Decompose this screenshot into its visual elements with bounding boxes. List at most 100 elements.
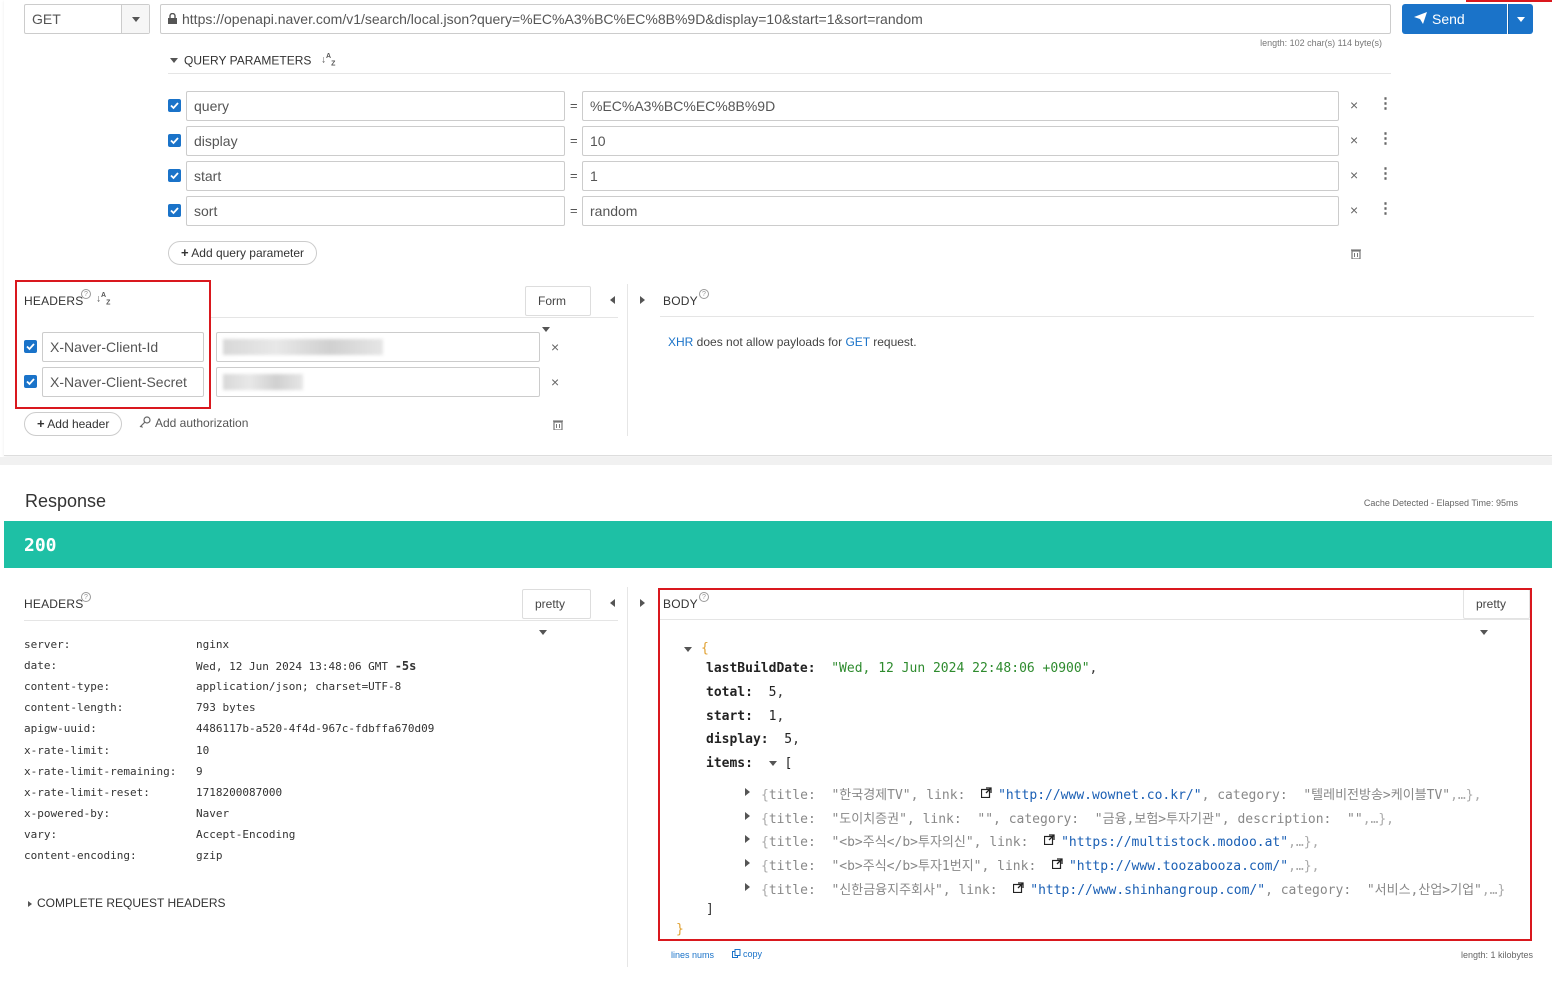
chevron-right-icon xyxy=(28,900,32,907)
response-header-value: Naver xyxy=(196,807,229,820)
query-params-toggle[interactable]: QUERY PARAMETERS ↓AZ xyxy=(170,52,335,68)
chevron-down-icon xyxy=(170,58,178,64)
query-param-value: 10 xyxy=(590,133,606,149)
response-header-value: application/json; charset=UTF-8 xyxy=(196,680,401,693)
copy-icon xyxy=(732,949,741,960)
add-header-button[interactable]: + Add header xyxy=(24,412,123,436)
sort-alpha-icon[interactable]: ↓AZ xyxy=(321,53,335,67)
query-param-checkbox[interactable] xyxy=(168,204,181,217)
response-header-key: content-type: xyxy=(24,680,111,694)
response-header-value: Wed, 12 Jun 2024 13:48:06 GMT -5s xyxy=(196,659,416,673)
response-header-value: nginx xyxy=(196,638,229,651)
more-options-icon[interactable]: ⋮ xyxy=(1378,94,1393,112)
add-authorization-label: Add authorization xyxy=(155,416,249,430)
response-header-key: content-length: xyxy=(24,701,124,715)
query-param-checkbox[interactable] xyxy=(168,169,181,182)
response-header-key: content-encoding: xyxy=(24,849,137,862)
remove-icon[interactable]: × xyxy=(1350,97,1358,113)
collapse-left-icon[interactable] xyxy=(610,599,615,607)
remove-icon[interactable]: × xyxy=(551,374,559,390)
collapse-right-icon[interactable] xyxy=(640,296,645,304)
method-dropdown-button[interactable] xyxy=(121,5,149,33)
remove-icon[interactable]: × xyxy=(1350,132,1358,148)
message-mid: does not allow payloads for xyxy=(693,335,846,349)
method-value: GET xyxy=(32,11,61,27)
response-header-value-text: 4486117b-a520-4f4d-967c-fdbffa670d09 xyxy=(196,722,435,736)
copy-button[interactable]: copy xyxy=(732,949,762,960)
add-query-parameter-button[interactable]: + Add query parameter xyxy=(168,241,317,265)
more-options-icon[interactable]: ⋮ xyxy=(1378,129,1393,147)
plus-icon: + xyxy=(37,416,45,431)
query-param-name: query xyxy=(194,98,230,114)
remove-icon[interactable]: × xyxy=(1350,202,1358,218)
complete-request-headers-label: COMPLETE REQUEST HEADERS xyxy=(37,896,226,910)
query-param-checkbox[interactable] xyxy=(168,134,181,147)
more-options-icon[interactable]: ⋮ xyxy=(1378,164,1393,182)
url-input[interactable]: https://openapi.naver.com/v1/search/loca… xyxy=(160,4,1391,34)
remove-icon[interactable]: × xyxy=(1350,167,1358,183)
response-header-value: 9 xyxy=(196,765,203,778)
response-header-key: x-rate-limit: xyxy=(24,743,111,757)
add-header-label: Add header xyxy=(47,417,110,431)
query-param-value-input[interactable]: random xyxy=(582,196,1339,226)
query-param-name: display xyxy=(194,133,238,149)
query-param-name-input[interactable]: sort xyxy=(186,196,565,226)
lock-icon xyxy=(168,5,177,33)
query-params-label: QUERY PARAMETERS xyxy=(184,53,312,68)
response-header-value-text: 9 xyxy=(196,764,203,778)
vertical-splitter[interactable] xyxy=(627,284,628,436)
response-header-value-text: 793 bytes xyxy=(196,701,256,715)
trash-icon[interactable] xyxy=(1351,247,1361,262)
method-select[interactable]: GET xyxy=(24,4,150,34)
paper-plane-icon xyxy=(1414,4,1427,34)
equals-sign: = xyxy=(570,168,578,183)
send-label: Send xyxy=(1432,11,1465,27)
response-header-key: server: xyxy=(24,638,71,651)
send-button[interactable]: Send xyxy=(1402,4,1507,34)
query-param-name-input[interactable]: display xyxy=(186,126,565,156)
response-header-value-text: nginx xyxy=(196,638,230,651)
redacted-value xyxy=(223,374,303,390)
panel-gap xyxy=(0,457,1552,465)
response-header-value-text: Wed, 12 Jun 2024 13:48:06 GMT xyxy=(196,660,389,674)
add-authorization-button[interactable]: Add authorization xyxy=(139,416,248,431)
response-header-value: gzip xyxy=(196,849,223,862)
send-options-button[interactable] xyxy=(1508,4,1533,34)
add-query-parameter-label: Add query parameter xyxy=(191,246,304,260)
form-label: Form xyxy=(538,294,566,308)
query-param-value-input[interactable]: 10 xyxy=(582,126,1339,156)
query-param-checkbox[interactable] xyxy=(168,99,181,112)
collapse-left-icon[interactable] xyxy=(610,296,615,304)
time-offset: -5s xyxy=(394,659,417,674)
complete-request-headers-toggle[interactable]: COMPLETE REQUEST HEADERS xyxy=(28,896,225,910)
request-body-message: XHR does not allow payloads for GET requ… xyxy=(668,335,917,349)
query-param-name: sort xyxy=(194,203,218,219)
response-header-value: 1718200087000 xyxy=(196,786,282,799)
response-header-value: 793 bytes xyxy=(196,701,256,714)
request-body-label: BODY xyxy=(663,294,698,308)
query-param-name-input[interactable]: query xyxy=(186,91,565,121)
query-param-value-input[interactable]: 1 xyxy=(582,161,1339,191)
response-headers-pretty-select[interactable]: pretty xyxy=(522,589,591,636)
query-param-value: 1 xyxy=(590,168,598,184)
more-options-icon[interactable]: ⋮ xyxy=(1378,199,1393,217)
remove-icon[interactable]: × xyxy=(551,339,559,355)
xhr-link[interactable]: XHR xyxy=(668,335,693,349)
headers-form-select[interactable]: Form xyxy=(525,286,591,333)
response-header-key: x-rate-limit-reset: xyxy=(24,785,150,799)
response-header-key: vary: xyxy=(24,827,58,841)
help-icon[interactable]: ? xyxy=(699,289,709,299)
lines-nums-toggle[interactable]: lines nums xyxy=(671,950,714,960)
get-link[interactable]: GET xyxy=(845,335,869,349)
chevron-down-icon xyxy=(132,17,140,22)
response-header-key: x-powered-by: xyxy=(24,806,111,820)
help-icon[interactable]: ? xyxy=(81,592,91,602)
response-header-value-text: Naver xyxy=(196,806,230,820)
trash-icon[interactable] xyxy=(553,418,563,433)
collapse-right-icon[interactable] xyxy=(640,599,645,607)
query-param-value-input[interactable]: %EC%A3%BC%EC%8B%9D xyxy=(582,91,1339,121)
query-param-name-input[interactable]: start xyxy=(186,161,565,191)
response-header-value: Accept-Encoding xyxy=(196,828,295,841)
vertical-splitter[interactable] xyxy=(627,587,628,967)
redacted-value xyxy=(223,339,383,355)
